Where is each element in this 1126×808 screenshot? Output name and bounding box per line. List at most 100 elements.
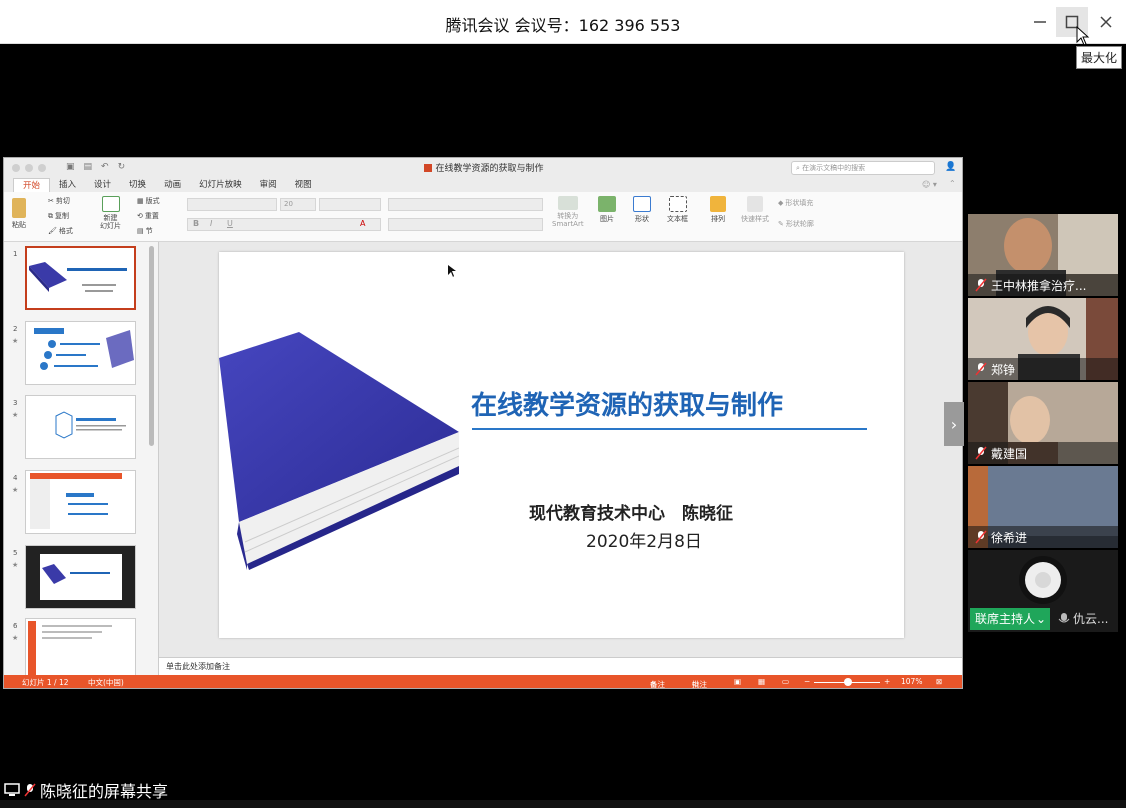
slide-thumbnail-5[interactable] (25, 545, 136, 609)
copy-button[interactable]: ⧉ 复制 (48, 211, 69, 221)
smartart-button[interactable]: 转换为 SmartArt (552, 196, 584, 228)
tab-slideshow[interactable]: 幻灯片放映 (190, 178, 251, 192)
layout-icon: ▦ (137, 197, 144, 205)
font-grow-shrink-buttons[interactable] (319, 198, 381, 211)
zoom-in-icon[interactable]: + (884, 677, 890, 686)
fit-slide-icon[interactable]: ⊠ (936, 677, 942, 686)
new-slide-icon (101, 196, 120, 212)
font-color-icon[interactable]: A (360, 219, 365, 228)
brush-icon: 🖌 (48, 227, 57, 235)
paste-button[interactable]: 粘贴 (12, 198, 26, 230)
current-slide[interactable]: 在线教学资源的获取与制作 现代教育技术中心 陈晓征 2020年2月8日 (219, 252, 904, 638)
collapse-ribbon-icon[interactable]: ⌃ (949, 179, 956, 188)
thumbnail-scrollbar[interactable] (149, 246, 154, 446)
shape-fill-button[interactable]: ◆ 形状填充 (778, 198, 813, 208)
bottom-strip (0, 800, 1126, 808)
italic-icon[interactable]: I (210, 219, 212, 228)
font-format-buttons[interactable]: B I U A (187, 218, 381, 231)
minimize-button[interactable] (1024, 7, 1056, 37)
smiley-icon[interactable]: ☺ ▾ (922, 180, 937, 189)
paint-bucket-icon: ◆ (778, 199, 784, 207)
textbox-button[interactable]: 文本框 (667, 196, 688, 224)
tab-insert[interactable]: 插入 (50, 178, 85, 192)
thumb-2-art (34, 328, 134, 370)
video-tile[interactable]: 联席主持人 ⌄ 仇云... (968, 550, 1118, 632)
section-icon: ▤ (137, 227, 144, 235)
tab-animations[interactable]: 动画 (155, 178, 190, 192)
slide-counter: 幻灯片 1 / 12 (22, 678, 69, 687)
meeting-title: 腾讯会议 会议号：162 396 553 (445, 16, 681, 35)
minimize-icon (1034, 21, 1046, 23)
share-person-icon[interactable]: 👤 (945, 162, 956, 172)
meeting-window: 腾讯会议 会议号：162 396 553 最大化 ▣ ▤ ↶ ↻ 在线教学资源的… (0, 0, 1126, 808)
layout-button[interactable]: ▦ 版式 (137, 196, 160, 206)
chevron-right-icon: › (950, 414, 958, 434)
shape-button[interactable]: 形状 (633, 196, 651, 224)
format-painter-button[interactable]: 🖌 格式 (48, 226, 73, 236)
font-size-select[interactable]: 20 (280, 198, 316, 211)
slide-author: 现代教育技术中心 陈晓征 (529, 504, 733, 524)
textbox-icon (668, 196, 687, 212)
thumbnail-item[interactable]: 4 ★ (4, 470, 154, 540)
sorter-view-icon[interactable]: ▦ (758, 677, 765, 686)
slide-editing-canvas[interactable]: 在线教学资源的获取与制作 现代教育技术中心 陈晓征 2020年2月8日 (159, 242, 962, 657)
video-tile[interactable]: 郑铮 (968, 298, 1118, 380)
thumbnail-item[interactable]: 2 ★ (4, 321, 154, 391)
maximize-tooltip: 最大化 (1076, 46, 1123, 69)
zoom-out-icon[interactable]: − (804, 677, 810, 686)
arrange-button[interactable]: 排列 (710, 196, 726, 224)
microphone-muted-icon (975, 362, 987, 376)
section-button[interactable]: ▤ 节 (137, 226, 153, 236)
picture-button[interactable]: 图片 (598, 196, 616, 224)
screen-share-label: 陈晓征的屏幕共享 (4, 778, 168, 802)
clipboard-icon (12, 198, 26, 218)
close-button[interactable] (1090, 7, 1122, 37)
underline-icon[interactable]: U (227, 219, 233, 228)
video-tile[interactable]: 戴建国 (968, 382, 1118, 464)
participant-video-panel: 王中林推拿治疗... 郑铮 戴建国 徐希进 联席主持人 ⌄ 仇云... (968, 214, 1118, 632)
ppt-search-input[interactable]: ⌕ 在演示文稿中的搜索 (791, 161, 935, 175)
mouse-cursor-icon (1076, 26, 1090, 46)
font-name-select[interactable] (187, 198, 277, 211)
ppt-file-icon (424, 164, 433, 172)
normal-view-icon[interactable]: ▣ (734, 677, 741, 686)
reset-button[interactable]: ⟲ 重置 (137, 211, 159, 221)
slide-thumbnail-6[interactable] (25, 618, 136, 682)
tab-review[interactable]: 审阅 (251, 178, 286, 192)
slideshow-view-icon[interactable]: ▭ (782, 677, 789, 686)
slide-thumbnail-2[interactable] (25, 321, 136, 385)
quick-styles-button[interactable]: 快速样式 (741, 196, 769, 224)
notes-field[interactable]: 单击此处添加备注 (159, 657, 962, 675)
cut-button[interactable]: ✂ 剪切 (48, 196, 70, 206)
tab-home[interactable]: 开始 (13, 178, 51, 192)
paragraph-list-buttons[interactable] (388, 198, 543, 211)
video-tile[interactable]: 徐希进 (968, 466, 1118, 548)
video-tile[interactable]: 王中林推拿治疗... (968, 214, 1118, 296)
new-slide-button[interactable]: 新建 幻灯片 (100, 196, 121, 230)
slide-thumbnail-3[interactable] (25, 395, 136, 459)
tab-view[interactable]: 视图 (286, 178, 321, 192)
tab-transitions[interactable]: 切换 (120, 178, 155, 192)
slide-thumbnail-1[interactable] (25, 246, 136, 310)
microphone-muted-icon (24, 783, 36, 797)
arrange-icon (710, 196, 726, 212)
book-image (219, 332, 459, 570)
thumbnail-item[interactable]: 1 (4, 246, 154, 316)
zoom-slider-thumb[interactable] (844, 678, 852, 686)
next-page-button[interactable]: › (944, 402, 964, 446)
chevron-down-icon[interactable]: ⌄ (1036, 612, 1046, 626)
slide-date: 2020年2月8日 (586, 532, 702, 552)
star-icon: ★ (12, 337, 19, 345)
shared-powerpoint-window: ▣ ▤ ↶ ↻ 在线教学资源的获取与制作 ⌕ 在演示文稿中的搜索 👤 开始 插入… (3, 157, 963, 689)
paragraph-align-buttons[interactable] (388, 218, 543, 231)
thumbnail-item[interactable]: 3 ★ (4, 395, 154, 465)
star-icon: ★ (12, 486, 19, 494)
slide-thumbnail-4[interactable] (25, 470, 136, 534)
microphone-muted-icon (975, 446, 987, 460)
shape-outline-button[interactable]: ✎ 形状轮廓 (778, 219, 814, 229)
bold-icon[interactable]: B (193, 219, 199, 228)
thumbnail-item[interactable]: 5 ★ (4, 545, 154, 615)
tab-design[interactable]: 设计 (85, 178, 120, 192)
title-bar: 腾讯会议 会议号：162 396 553 (0, 0, 1126, 46)
mouse-pointer-icon (448, 265, 456, 277)
